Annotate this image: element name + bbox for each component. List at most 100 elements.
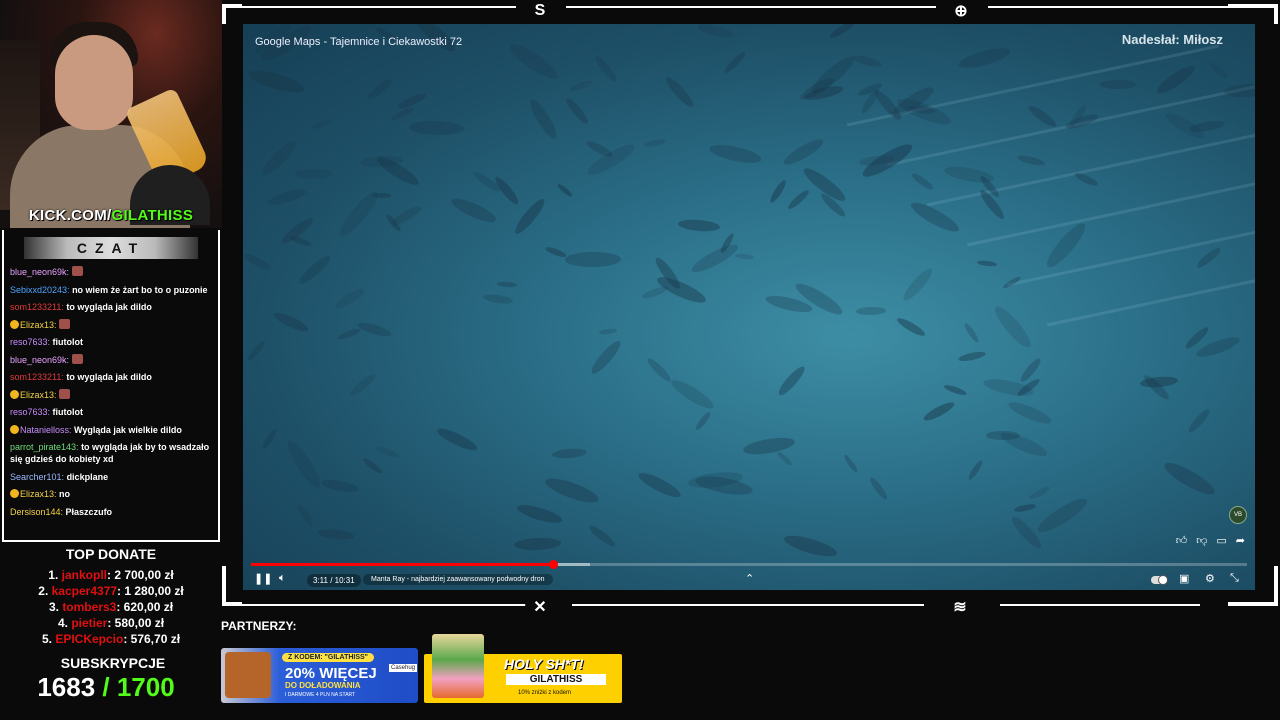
fish [1006,398,1055,428]
dislike-icon[interactable]: 👎︎ [1196,534,1207,547]
fish [514,501,564,527]
donate-rank: 5. [41,632,52,646]
chat-username[interactable]: Natanielloss: [20,425,72,435]
sponsor2-promo: 10% zniżki z kodem [518,690,572,696]
donate-row: 2. kacper4377: 1 280,00 zł [0,583,222,599]
fish [781,531,839,561]
chat-text: to wygląda jak dildo [66,372,152,382]
chat-message: parrot_pirate143: to wygląda jak by to w… [10,441,216,465]
fullscreen-icon[interactable]: ⤡ [1230,572,1239,585]
settings-gear-icon[interactable]: ⚙ [1205,572,1215,585]
treasure-chest-icon [225,652,271,698]
top-donate-list: 1. jankopll: 2 700,00 zł 2. kacper4377: 1… [0,567,222,647]
volume-icon[interactable]: 🔈︎ [279,572,286,585]
sponsor1-line2: I DARMOWE 4 PLN NA START [285,692,356,698]
frame-line [236,6,516,8]
fish [266,186,308,209]
chat-username[interactable]: Searcher101: [10,472,64,482]
kick-channel-url: KICK.COM/GILATHISS [28,207,194,224]
chapter-title[interactable]: Manta Ray - najbardziej zaawansowany pod… [363,574,553,585]
video-player[interactable]: Google Maps - Tajemnice i Ciekawostki 72… [243,24,1255,590]
fish [282,437,326,492]
fish [434,425,480,455]
chat-username[interactable]: Elizax13: [20,320,57,330]
fish [775,363,808,398]
emote-icon [71,353,83,364]
video-title[interactable]: Google Maps - Tajemnice i Ciekawostki 72 [255,36,462,48]
top-donate-title: TOP DONATE [65,546,157,562]
donate-amount: : 620,00 zł [116,600,174,614]
fish [1026,103,1059,130]
sponsor1-code: Z KODEM: "GILATHISS" [282,653,375,662]
fish [335,188,383,241]
fish [1223,82,1255,99]
badge-icon [10,489,19,498]
fish [708,141,764,167]
sponsor1-line1: DO DOŁADOWANIA [285,681,361,690]
fish [374,444,400,460]
chat-username[interactable]: blue_neon69k: [10,355,69,365]
fish [260,427,279,450]
chat-username[interactable]: som1233211: [10,372,64,382]
channel-logo-icon[interactable]: VB [1229,506,1247,524]
fish [1160,458,1218,500]
fish [1016,153,1046,168]
fish [563,95,591,127]
fish [1194,245,1222,270]
progress-bar[interactable] [251,560,1247,569]
badge-icon [10,389,19,399]
comment-icon[interactable]: ▭ [1216,534,1226,547]
chat-username[interactable]: Dersison144: [10,507,63,517]
chat-username[interactable]: parrot_pirate143: [10,442,79,452]
fish [271,309,311,335]
chat-message: Dersison144: Płaszczufo [10,506,216,518]
donate-name: pietier [71,616,108,630]
fish [1034,493,1090,537]
like-icon[interactable]: 👍︎ [1176,534,1188,547]
donate-rank: 3. [48,600,59,614]
subtitles-icon[interactable]: ▣ [1179,572,1189,585]
fish [408,120,464,136]
sponsor-holyshit-banner[interactable]: HOLY SH*T! GILATHISS 10% zniżki z kodem [424,634,622,703]
badge-icon [10,424,19,434]
chat-message: blue_neon69k: [10,266,216,278]
progress-knob[interactable] [548,560,558,569]
chat-username[interactable]: som1233211: [10,302,64,312]
donate-row: 3. tombers3: 620,00 zł [0,599,222,615]
share-icon[interactable]: ➦ [1236,534,1245,547]
sponsor-casehug-banner[interactable]: Z KODEM: "GILATHISS" 20% WIĘCEJ DO DOŁAD… [221,648,418,703]
chat-username[interactable]: reso7633: [10,407,50,417]
chat-username[interactable]: Elizax13: [20,390,57,400]
sponsor2-code: GILATHISS [506,674,606,685]
fish [785,187,811,212]
chat-username[interactable]: Sebixxd20243: [10,285,70,295]
fish [791,278,846,320]
chat-username[interactable]: reso7633: [10,337,50,347]
frame-corner [1228,4,1278,24]
fish [696,24,736,41]
fish [1185,407,1212,435]
fish [775,450,793,467]
chat-text: Wygląda jak wielkie dildo [74,424,182,435]
fish [336,326,362,342]
fish [962,321,981,345]
pause-icon[interactable]: ❚❚ [254,572,272,585]
fish [320,477,360,495]
chat-message: blue_neon69k: [10,353,216,366]
autoplay-toggle[interactable] [1151,576,1167,584]
chat-text: no [59,489,71,499]
sponsor2-headline: HOLY SH*T! [504,656,584,672]
webcam-feed [0,0,222,228]
frame-corner [222,566,242,606]
chat-username[interactable]: blue_neon69k: [10,267,69,277]
progress-played [251,563,553,566]
fish [722,49,748,75]
frame-line [572,604,924,606]
frame-line [236,604,526,606]
chat-username[interactable]: Elizax13: [20,489,57,499]
fish [542,474,601,507]
chevron-up-icon[interactable]: ⌃ [745,572,754,585]
chat-message: som1233211: to wygląda jak dildo [10,371,216,383]
product-box-icon [432,634,484,698]
frame-line [566,6,936,8]
